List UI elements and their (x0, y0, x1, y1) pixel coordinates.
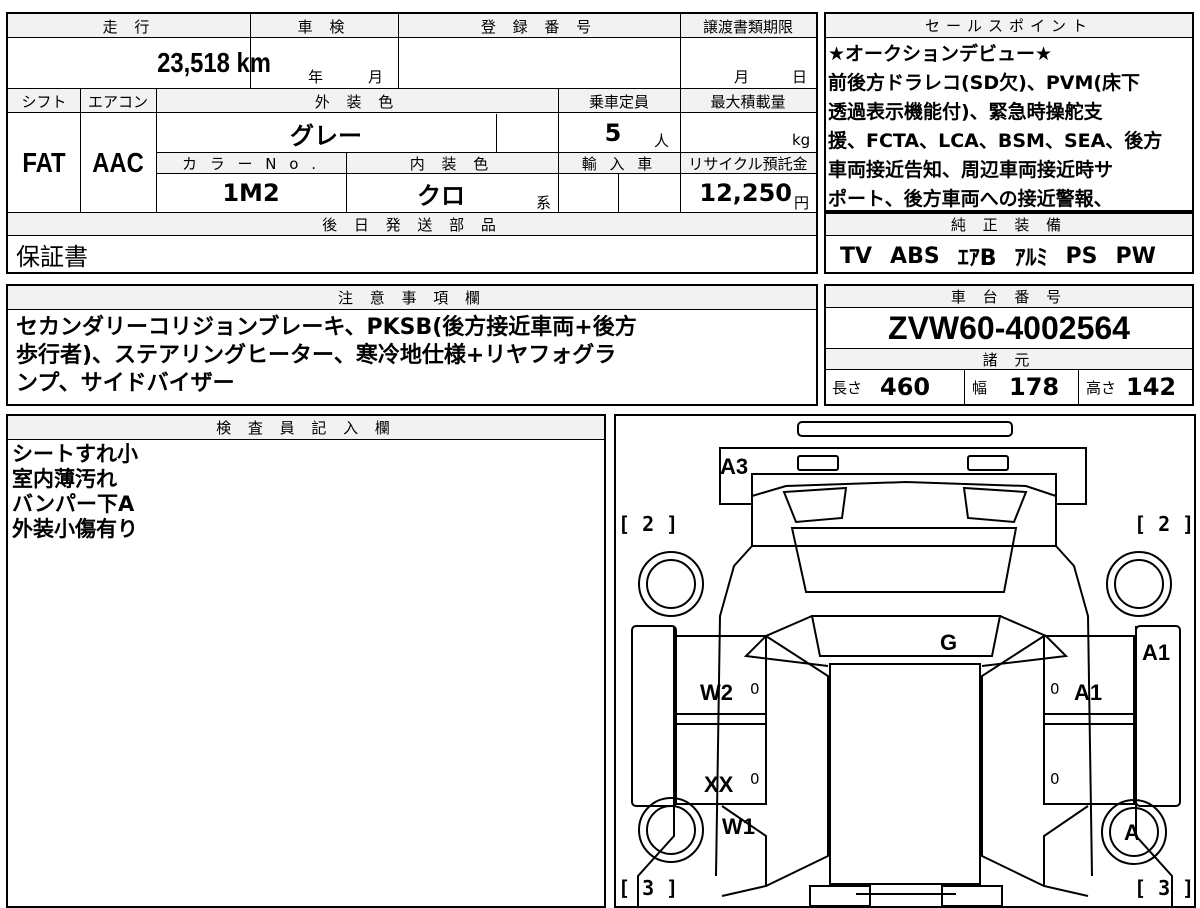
inspection-label: 車 検 (297, 17, 351, 36)
chassis-label: 車 台 番 号 (826, 286, 1192, 308)
bracket-bottom-left: [ 3 ] (618, 876, 679, 900)
sales-line: 透過表示機能付)、緊急時操舵支 (828, 101, 1103, 123)
mileage-value: 23,518 km (157, 47, 271, 78)
equipment-item: ｴｱB (957, 246, 997, 271)
equipment-item: ABS (890, 243, 940, 269)
car-outline-diagram (631, 421, 1181, 908)
sales-line: 前後方ドラレコ(SD欠)、PVM(床下 (828, 72, 1141, 94)
interior-color-value: クロ (417, 181, 465, 210)
width-value: 178 (1009, 373, 1060, 401)
sales-point-text: ★オークションデビュー★ 前後方ドラレコ(SD欠)、PVM(床下 透過表示機能付… (828, 40, 1190, 214)
equipment-list: TV ABS ｴｱB ｱﾙﾐ PS PW (840, 240, 1190, 272)
vehicle-info-panel: 走 行 車 検 登 録 番 号 譲渡書類期限 23,518 km 年 月 月 日… (6, 12, 818, 274)
import-label: 輸 入 車 (581, 154, 657, 173)
recycle-label: リサイクル預託金 (688, 154, 808, 173)
zero-mark: 0 (750, 680, 760, 698)
equipment-item: TV (840, 243, 873, 269)
notes-text: セカンダリーコリジョンブレーキ、PKSB(後方接近車両+後方 歩行者)、ステアリ… (16, 314, 806, 398)
max-load-unit: kg (792, 131, 811, 149)
length-value: 460 (880, 373, 931, 401)
aircon-value: AAC (92, 147, 144, 178)
mark-left-rear-quarter: W1 (722, 814, 755, 839)
zero-mark: 0 (1050, 770, 1060, 788)
notes-line: ンプ、サイドバイザー (16, 371, 235, 396)
inspector-panel: 検 査 員 記 入 欄 シートすれ小 室内薄汚れ バンパー下A 外装小傷有り (6, 414, 606, 908)
max-load-label: 最大積載量 (710, 92, 786, 111)
equipment-item: PS (1065, 243, 1098, 269)
equipment-label: 純 正 装 備 (826, 214, 1192, 236)
mileage-label: 走 行 (102, 17, 156, 36)
width-label: 幅 (972, 378, 988, 397)
sales-line: 援、FCTA、LCA、BSM、SEA、後方 (828, 130, 1163, 152)
mark-left-front-door: W2 (700, 680, 733, 705)
height-value: 142 (1126, 373, 1177, 401)
exterior-color-label: 外 装 色 (314, 92, 400, 111)
inspector-label: 検 査 員 記 入 欄 (8, 416, 604, 440)
transfer-month-unit: 月 (734, 67, 750, 86)
color-no-label: カ ラ ー N o . (181, 154, 320, 173)
equipment-item: PW (1115, 243, 1156, 269)
sales-point-label: セールスポイント (826, 14, 1192, 38)
registration-label: 登 録 番 号 (480, 17, 598, 36)
sales-line: ★オークションデビュー★ (828, 43, 1053, 65)
chassis-panel: 車 台 番 号 ZVW60-4002564 諸 元 長さ 460 幅 178 高… (824, 284, 1194, 406)
notes-label: 注 意 事 項 欄 (8, 286, 816, 310)
color-no-value: 1M2 (222, 179, 280, 207)
inspection-year-unit: 年 (308, 67, 324, 86)
exterior-color-value: グレー (290, 121, 362, 150)
capacity-unit: 人 (654, 131, 670, 150)
inspector-line: 室内薄汚れ (12, 467, 117, 491)
mark-right-fender: A1 (1142, 640, 1171, 665)
sales-point-panel: セールスポイント ★オークションデビュー★ 前後方ドラレコ(SD欠)、PVM(床… (824, 12, 1194, 212)
zero-mark: 0 (1050, 680, 1060, 698)
notes-panel: 注 意 事 項 欄 セカンダリーコリジョンブレーキ、PKSB(後方接近車両+後方… (6, 284, 818, 406)
inspector-line: シートすれ小 (12, 442, 138, 466)
sales-line: ポート、後方車両への接近警報、 (828, 188, 1113, 210)
chassis-number: ZVW60-4002564 (888, 309, 1130, 346)
interior-color-label: 内 装 色 (409, 154, 495, 173)
mark-roof: G (940, 630, 958, 655)
specs-label: 諸 元 (826, 348, 1192, 370)
car-diagram-panel: [ 2 ] [ 2 ] [ 3 ] [ 3 ] A3 G A1 A1 W2 XX… (614, 414, 1196, 908)
transfer-deadline-label: 譲渡書類期限 (702, 17, 793, 36)
inspector-line: 外装小傷有り (12, 517, 138, 541)
capacity-value: 5 (604, 119, 622, 147)
notes-line: セカンダリーコリジョンブレーキ、PKSB(後方接近車両+後方 (16, 315, 637, 340)
length-label: 長さ (832, 378, 863, 397)
later-parts-label: 後 日 発 送 部 品 (322, 215, 502, 234)
later-parts-value: 保証書 (16, 242, 88, 271)
bracket-top-left: [ 2 ] (618, 512, 679, 536)
height-label: 高さ (1086, 378, 1117, 397)
inspector-text: シートすれ小 室内薄汚れ バンパー下A 外装小傷有り (12, 442, 592, 542)
capacity-label: 乗車定員 (588, 92, 649, 111)
equipment-item: ｱﾙﾐ (1014, 246, 1048, 271)
notes-line: 歩行者)、ステアリングヒーター、寒冷地仕様+リヤフォグラ (16, 343, 617, 368)
shift-label: シフト (21, 92, 67, 111)
equipment-panel: 純 正 装 備 TV ABS ｴｱB ｱﾙﾐ PS PW (824, 212, 1194, 274)
inspector-line: バンパー下A (12, 492, 135, 516)
aircon-label: エアコン (87, 92, 148, 111)
zero-mark: 0 (750, 770, 760, 788)
shift-value: FAT (22, 147, 66, 178)
interior-suffix: 系 (536, 193, 552, 212)
transfer-day-unit: 日 (792, 67, 808, 86)
recycle-unit: 円 (794, 193, 810, 212)
mark-right-front-door: A1 (1074, 680, 1103, 705)
inspection-month-unit: 月 (368, 67, 384, 86)
mark-left-rear-door: XX (704, 772, 734, 797)
mark-right-rear-wheel: A (1124, 820, 1140, 845)
recycle-fee-value: 12,250 (699, 179, 792, 207)
mark-rear-bumper: A3 (720, 454, 749, 479)
bracket-bottom-right: [ 3 ] (1134, 876, 1195, 900)
sales-line: 車両接近告知、周辺車両接近時サ (828, 159, 1114, 181)
bracket-top-right: [ 2 ] (1134, 512, 1195, 536)
